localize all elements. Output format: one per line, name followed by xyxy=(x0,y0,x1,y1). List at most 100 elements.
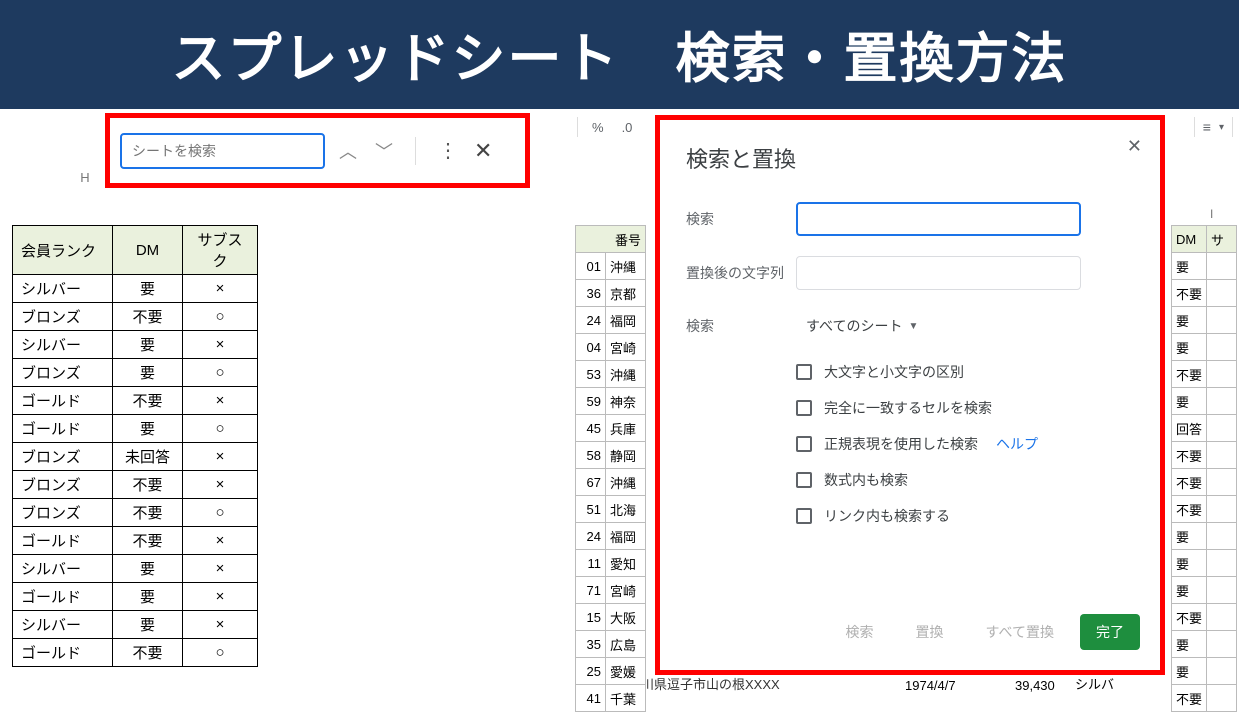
table-row[interactable]: 回答 xyxy=(1172,415,1237,442)
cell[interactable]: ブロンズ xyxy=(13,303,113,331)
table-row[interactable]: 不要 xyxy=(1172,361,1237,388)
cell[interactable]: 要 xyxy=(113,359,183,387)
help-link[interactable]: ヘルプ xyxy=(996,434,1038,454)
table-row[interactable]: シルバー要× xyxy=(13,275,258,303)
table-row[interactable]: 要 xyxy=(1172,523,1237,550)
table-row[interactable]: 45兵庫 xyxy=(576,415,646,442)
table-row[interactable]: 53沖縄 xyxy=(576,361,646,388)
table-row[interactable]: シルバー要× xyxy=(13,331,258,359)
cell[interactable]: シルバー xyxy=(13,611,113,639)
cell[interactable]: 未回答 xyxy=(113,443,183,471)
table-row[interactable]: 不要 xyxy=(1172,469,1237,496)
cell[interactable]: ブロンズ xyxy=(13,443,113,471)
cell[interactable]: シルバー xyxy=(13,555,113,583)
cell[interactable]: 不要 xyxy=(113,303,183,331)
table-row[interactable]: 要 xyxy=(1172,253,1237,280)
table-row[interactable]: ゴールド要× xyxy=(13,583,258,611)
find-input[interactable] xyxy=(120,133,325,169)
column-header[interactable]: DM xyxy=(113,226,183,275)
cell[interactable]: × xyxy=(183,387,258,415)
cell[interactable]: × xyxy=(183,275,258,303)
cell[interactable]: ゴールド xyxy=(13,415,113,443)
checkbox-regex[interactable] xyxy=(796,436,812,452)
cell[interactable]: 要 xyxy=(113,583,183,611)
table-row[interactable]: 要 xyxy=(1172,307,1237,334)
table-row[interactable]: ブロンズ不要× xyxy=(13,471,258,499)
table-row[interactable]: ゴールド不要○ xyxy=(13,639,258,667)
cell[interactable]: 不要 xyxy=(113,639,183,667)
cell[interactable]: ○ xyxy=(183,499,258,527)
replace-button[interactable]: 置換 xyxy=(900,614,960,650)
cell[interactable]: ○ xyxy=(183,639,258,667)
column-header[interactable]: サブスク xyxy=(183,226,258,275)
cell[interactable]: × xyxy=(183,555,258,583)
chevron-down-icon[interactable]: ﹀ xyxy=(375,138,393,164)
checkbox-case[interactable] xyxy=(796,364,812,380)
checkbox-links[interactable] xyxy=(796,508,812,524)
table-row[interactable]: 要 xyxy=(1172,550,1237,577)
close-icon[interactable]: ✕ xyxy=(1127,136,1142,157)
table-row[interactable]: 35広島 xyxy=(576,631,646,658)
table-row[interactable]: 04宮崎 xyxy=(576,334,646,361)
table-row[interactable]: シルバー要× xyxy=(13,611,258,639)
cell[interactable]: × xyxy=(183,471,258,499)
table-row[interactable]: ゴールド不要× xyxy=(13,387,258,415)
align-icon[interactable]: ≡ xyxy=(1203,119,1211,135)
cell[interactable]: 要 xyxy=(113,555,183,583)
cell[interactable]: 不要 xyxy=(113,527,183,555)
cell[interactable]: ゴールド xyxy=(13,583,113,611)
table-row[interactable]: シルバー要× xyxy=(13,555,258,583)
table-row[interactable]: 25愛媛 xyxy=(576,658,646,685)
table-row[interactable]: 要 xyxy=(1172,334,1237,361)
table-row[interactable]: 67沖縄 xyxy=(576,469,646,496)
cell[interactable]: ○ xyxy=(183,303,258,331)
table-row[interactable]: 24福岡 xyxy=(576,307,646,334)
cell[interactable]: シルバー xyxy=(13,275,113,303)
table-row[interactable]: 要 xyxy=(1172,577,1237,604)
replace-all-button[interactable]: すべて置換 xyxy=(970,614,1070,650)
checkbox-formula[interactable] xyxy=(796,472,812,488)
more-options-icon[interactable]: ⋮ xyxy=(438,138,456,163)
cell[interactable]: 不要 xyxy=(113,499,183,527)
table-row[interactable]: 36京都 xyxy=(576,280,646,307)
checkbox-exact[interactable] xyxy=(796,400,812,416)
scope-dropdown[interactable]: すべてのシート ▼ xyxy=(796,310,928,342)
right-bg-table-right[interactable]: DM サ 要不要要要不要要回答不要不要不要要要要不要要要不要 xyxy=(1171,225,1237,712)
table-row[interactable]: 71宮崎 xyxy=(576,577,646,604)
table-row[interactable]: ゴールド要○ xyxy=(13,415,258,443)
close-icon[interactable]: ✕ xyxy=(474,138,492,164)
table-row[interactable]: 59神奈 xyxy=(576,388,646,415)
cell[interactable]: ブロンズ xyxy=(13,499,113,527)
search-input[interactable] xyxy=(796,202,1081,236)
cell[interactable]: 不要 xyxy=(113,471,183,499)
table-row[interactable]: 要 xyxy=(1172,388,1237,415)
cell[interactable]: ゴールド xyxy=(13,527,113,555)
table-row[interactable]: 41千葉 xyxy=(576,685,646,712)
left-data-table[interactable]: 会員ランクDMサブスク シルバー要×ブロンズ不要○シルバー要×ブロンズ要○ゴール… xyxy=(12,225,258,667)
table-row[interactable]: ブロンズ不要○ xyxy=(13,499,258,527)
table-row[interactable]: 24福岡 xyxy=(576,523,646,550)
cell[interactable]: 不要 xyxy=(113,387,183,415)
cell[interactable]: ブロンズ xyxy=(13,471,113,499)
cell[interactable]: ○ xyxy=(183,359,258,387)
table-row[interactable]: 01沖縄 xyxy=(576,253,646,280)
find-button[interactable]: 検索 xyxy=(830,614,890,650)
cell[interactable]: × xyxy=(183,443,258,471)
cell[interactable]: 要 xyxy=(113,415,183,443)
cell[interactable]: シルバー xyxy=(13,331,113,359)
cell[interactable]: 要 xyxy=(113,611,183,639)
table-row[interactable]: 要 xyxy=(1172,631,1237,658)
table-row[interactable]: ゴールド不要× xyxy=(13,527,258,555)
percent-format-button[interactable]: % xyxy=(588,118,608,137)
right-bg-table-left[interactable]: 番号 01沖縄36京都24福岡04宮崎53沖縄59神奈45兵庫58静岡67沖縄5… xyxy=(575,225,646,712)
cell[interactable]: × xyxy=(183,611,258,639)
table-row[interactable]: 要 xyxy=(1172,658,1237,685)
table-row[interactable]: ブロンズ未回答× xyxy=(13,443,258,471)
cell[interactable]: × xyxy=(183,527,258,555)
cell[interactable]: 要 xyxy=(113,331,183,359)
table-row[interactable]: 51北海 xyxy=(576,496,646,523)
table-row[interactable]: 15大阪 xyxy=(576,604,646,631)
cell[interactable]: ○ xyxy=(183,415,258,443)
table-row[interactable]: 58静岡 xyxy=(576,442,646,469)
decimal-format-button[interactable]: .0 xyxy=(618,118,637,137)
